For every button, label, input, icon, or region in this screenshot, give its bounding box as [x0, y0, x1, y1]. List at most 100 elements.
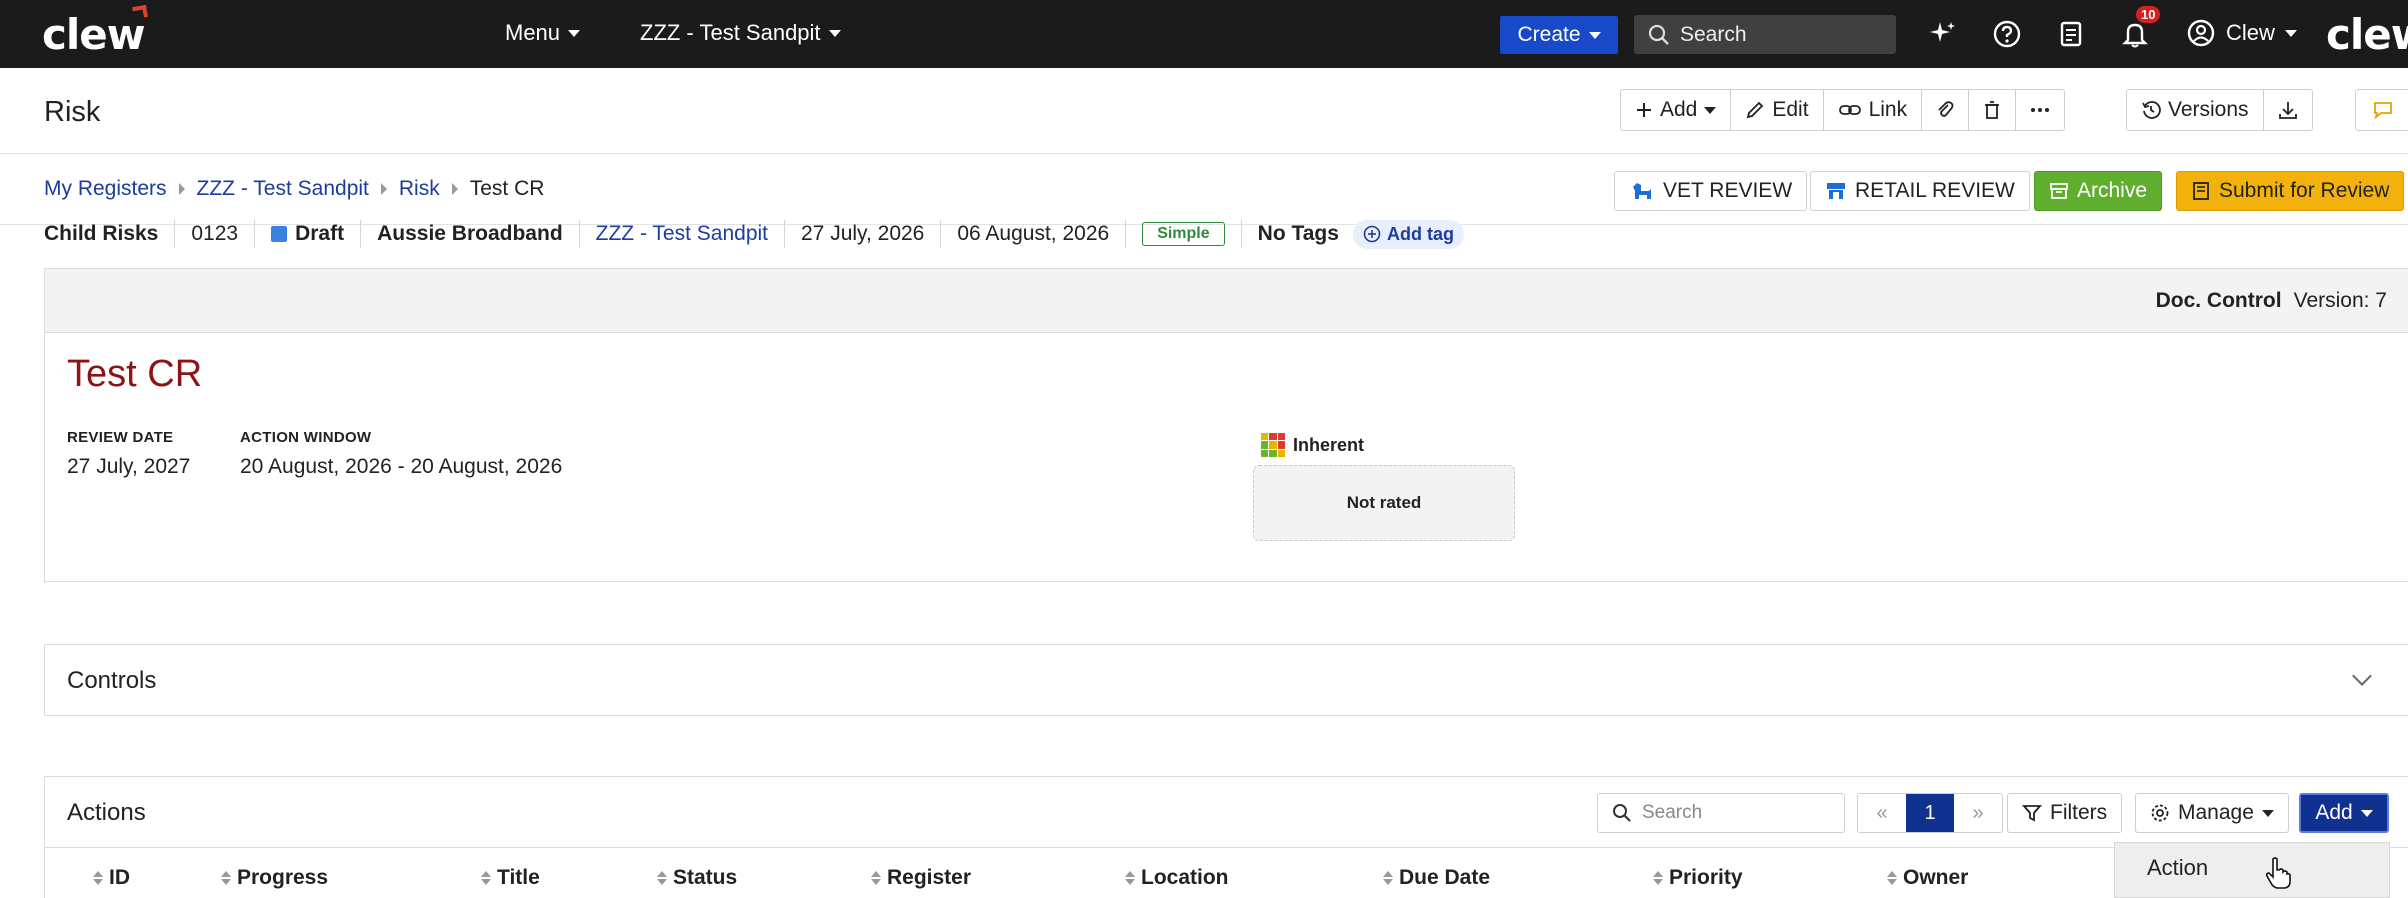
- dropdown-item-action[interactable]: Action: [2147, 855, 2208, 881]
- breadcrumb-register[interactable]: ZZZ - Test Sandpit: [197, 177, 369, 201]
- chevron-right-icon: [380, 183, 387, 195]
- dog-icon: [1633, 183, 1651, 199]
- sort-icon: [1383, 871, 1393, 885]
- more-options-button[interactable]: [2016, 90, 2064, 130]
- download-button[interactable]: [2264, 90, 2312, 130]
- archive-label: Archive: [2077, 179, 2148, 202]
- caret-down-icon: [1704, 106, 1717, 114]
- record-title: Test CR: [67, 353, 203, 395]
- add-tag-button[interactable]: Add tag: [1352, 219, 1464, 249]
- clipboard-icon[interactable]: [2054, 17, 2088, 51]
- column-header-priority[interactable]: Priority: [1653, 866, 1743, 890]
- tags-cell: No Tags Add tag: [1242, 219, 1480, 249]
- comments-button[interactable]: [2355, 89, 2408, 131]
- record-id: 0123: [175, 220, 256, 248]
- column-header-owner[interactable]: Owner: [1887, 866, 1968, 890]
- comment-icon: [2374, 102, 2392, 120]
- actions-add-button[interactable]: Add: [2299, 793, 2389, 833]
- versions-toolbar: Versions: [2126, 89, 2313, 131]
- owner-organisation: Aussie Broadband: [361, 220, 580, 248]
- register-link[interactable]: ZZZ - Test Sandpit: [580, 220, 785, 248]
- help-icon[interactable]: [1990, 17, 2024, 51]
- create-button[interactable]: Create: [1500, 16, 1618, 54]
- action-window-label: ACTION WINDOW: [240, 429, 372, 446]
- column-header-register[interactable]: Register: [871, 866, 971, 890]
- edit-button[interactable]: Edit: [1731, 90, 1824, 130]
- versions-button[interactable]: Versions: [2127, 90, 2264, 130]
- top-navigation-bar: clew Menu ZZZ - Test Sandpit Create Sear…: [0, 0, 2408, 68]
- risk-matrix-icon: [1261, 433, 1285, 457]
- vet-review-button[interactable]: VET REVIEW: [1614, 171, 1808, 211]
- submit-for-review-button[interactable]: Submit for Review: [2176, 171, 2405, 211]
- menu-dropdown[interactable]: Menu: [505, 20, 581, 46]
- chevron-right-icon: [178, 183, 185, 195]
- breadcrumb-risk[interactable]: Risk: [399, 177, 440, 201]
- column-header-location[interactable]: Location: [1125, 866, 1229, 890]
- chevron-right-icon: [451, 183, 458, 195]
- plus-circle-icon: [1363, 225, 1381, 243]
- book-icon: [2193, 182, 2209, 200]
- workspace-dropdown[interactable]: ZZZ - Test Sandpit: [640, 20, 841, 46]
- add-button[interactable]: Add: [1621, 90, 1732, 130]
- actions-title: Actions: [67, 799, 146, 826]
- version-label: Version: 7: [2293, 289, 2387, 312]
- inherent-rating-box: Not rated: [1253, 465, 1515, 541]
- sort-icon: [871, 871, 881, 885]
- manage-button[interactable]: Manage: [2135, 793, 2289, 833]
- user-menu[interactable]: Clew: [2186, 18, 2297, 48]
- retail-review-label: RETAIL REVIEW: [1855, 179, 2015, 202]
- submit-label: Submit for Review: [2219, 179, 2390, 202]
- sparkle-icon[interactable]: [1926, 17, 1960, 51]
- delete-button[interactable]: [1969, 90, 2017, 130]
- page-number[interactable]: 1: [1906, 794, 1954, 832]
- column-header-id[interactable]: ID: [93, 866, 130, 890]
- link-label: Link: [1868, 98, 1908, 121]
- link-button[interactable]: Link: [1824, 90, 1923, 130]
- workspace-label: ZZZ - Test Sandpit: [640, 20, 821, 45]
- clew-logo-secondary: clew: [2326, 10, 2408, 59]
- controls-title: Controls: [67, 667, 157, 694]
- draft-status-square: [271, 226, 288, 242]
- sort-icon: [1125, 871, 1135, 885]
- last-page-icon[interactable]: »: [1954, 794, 2002, 832]
- sort-icon: [1653, 871, 1663, 885]
- controls-section[interactable]: Controls: [44, 644, 2408, 716]
- column-header-title[interactable]: Title: [481, 866, 540, 890]
- clew-logo[interactable]: clew: [42, 4, 148, 59]
- create-label: Create: [1517, 23, 1581, 46]
- inherent-label: Inherent: [1293, 434, 1365, 455]
- child-risks-link[interactable]: Child Risks: [44, 220, 176, 248]
- global-search-input[interactable]: Search: [1634, 15, 1896, 54]
- tags-label: No Tags: [1257, 222, 1339, 245]
- page-header: Risk Add Edit Link Versions: [0, 68, 2408, 154]
- breadcrumb-my-registers[interactable]: My Registers: [44, 177, 167, 201]
- breadcrumb-bar: My Registers ZZZ - Test Sandpit Risk Tes…: [0, 155, 2408, 225]
- chevron-down-icon[interactable]: [2352, 666, 2372, 686]
- sort-icon: [93, 871, 103, 885]
- column-label: Progress: [237, 866, 329, 889]
- search-placeholder: Search: [1680, 22, 1747, 46]
- column-header-due-date[interactable]: Due Date: [1383, 866, 1490, 890]
- doc-control: Doc. Control Version: 7: [2156, 289, 2387, 313]
- doc-control-label: Doc. Control: [2155, 289, 2282, 312]
- user-name: Clew: [2226, 20, 2275, 45]
- record-detail-card: Doc. Control Version: 7 Test CR REVIEW D…: [44, 268, 2408, 582]
- column-header-status[interactable]: Status: [657, 866, 737, 890]
- attach-button[interactable]: [1922, 90, 1970, 130]
- edit-label: Edit: [1772, 98, 1809, 121]
- sort-icon: [657, 871, 667, 885]
- search-icon: [1613, 804, 1631, 822]
- link-icon: [1838, 105, 1861, 115]
- inherent-heading: Inherent: [1261, 433, 1364, 457]
- filters-button[interactable]: Filters: [2007, 793, 2123, 833]
- first-page-icon[interactable]: «: [1858, 794, 1906, 832]
- breadcrumb: My Registers ZZZ - Test Sandpit Risk Tes…: [44, 177, 544, 201]
- sort-icon: [1887, 871, 1897, 885]
- notification-count-badge: 10: [2136, 6, 2161, 23]
- column-label: Title: [497, 866, 540, 889]
- actions-search-input[interactable]: Search: [1597, 793, 1845, 833]
- column-header-progress[interactable]: Progress: [221, 866, 328, 890]
- archive-button[interactable]: Archive: [2034, 171, 2163, 211]
- trash-icon: [1985, 101, 2000, 119]
- retail-review-button[interactable]: RETAIL REVIEW: [1810, 171, 2030, 211]
